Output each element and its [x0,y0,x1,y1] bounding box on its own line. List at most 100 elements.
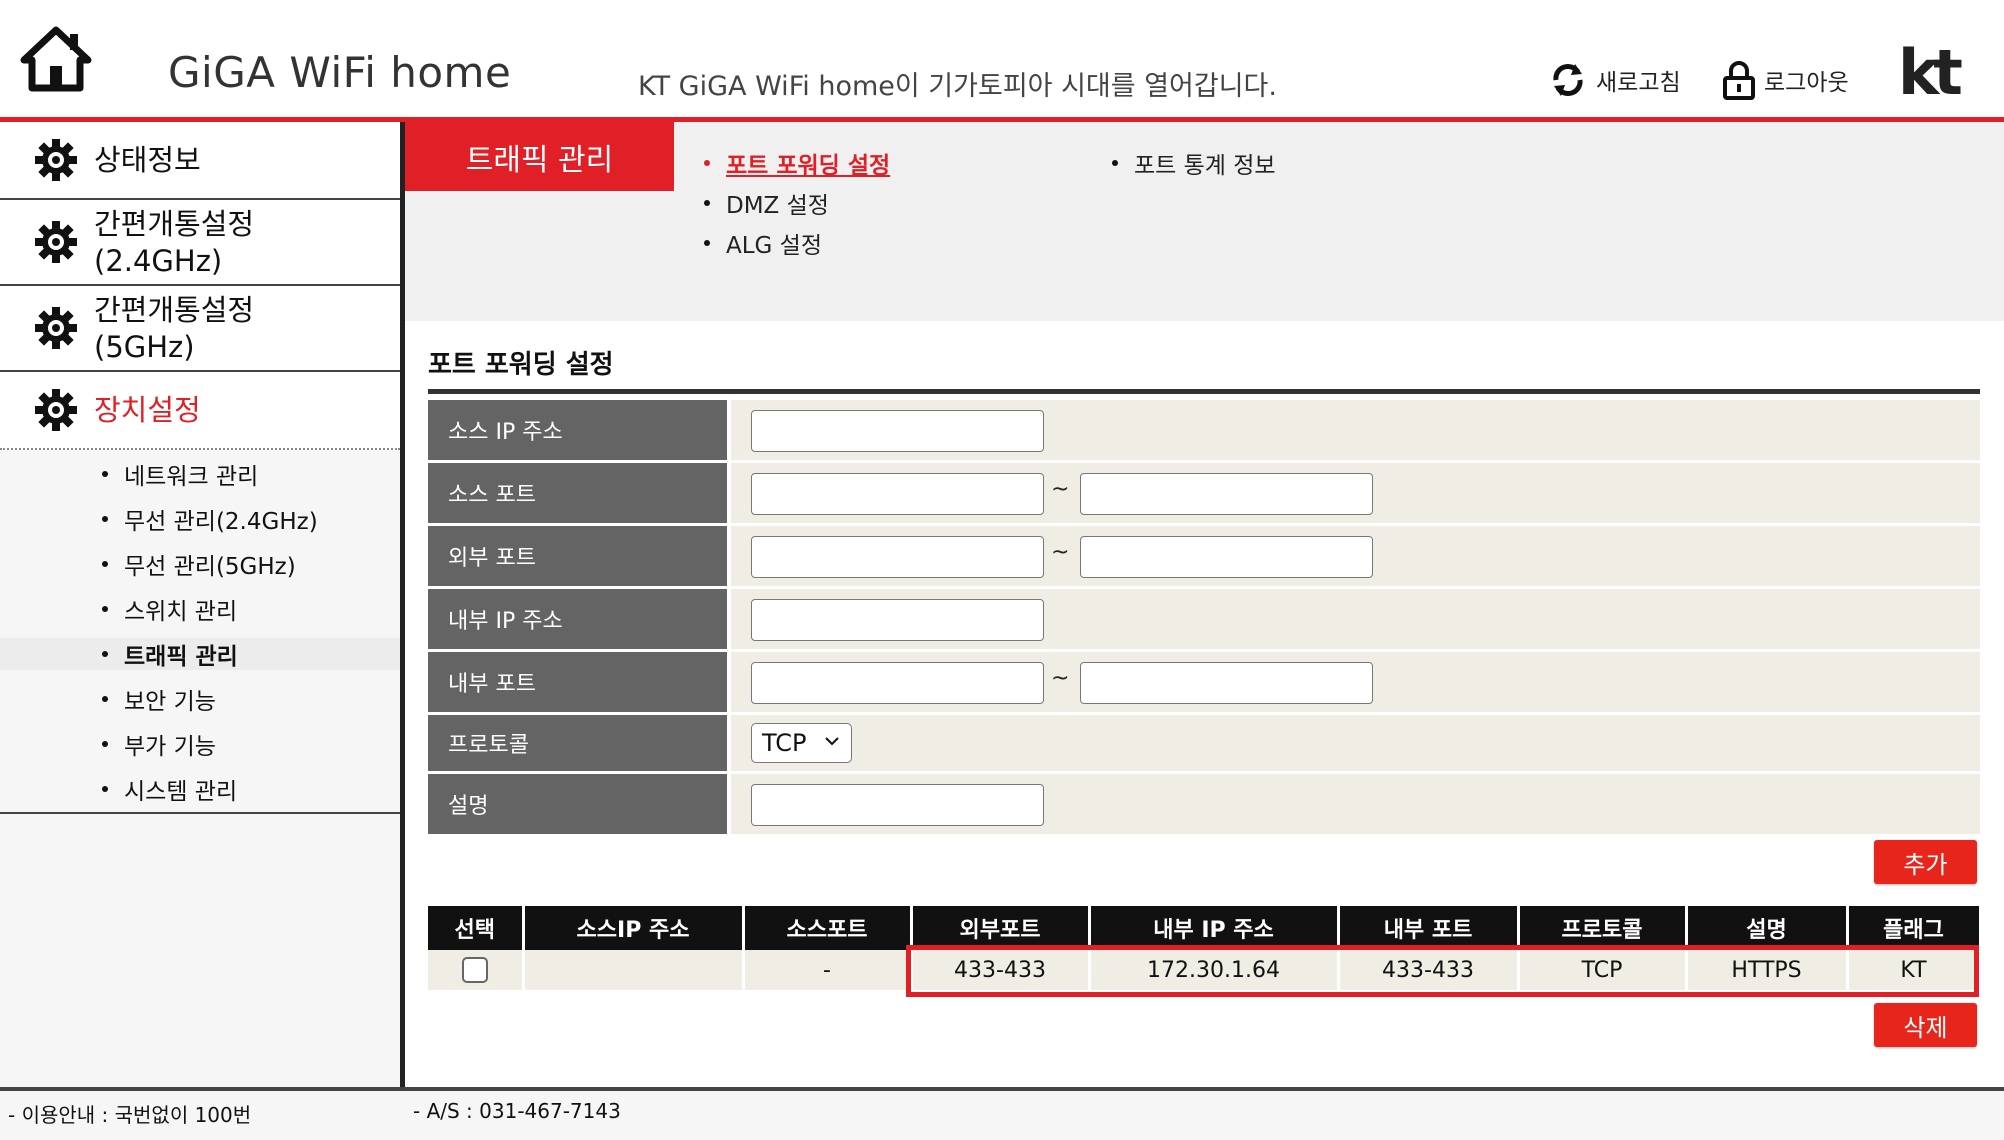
gear-icon [35,307,77,349]
sidebar-subitem-label: 네트워크 관리 [124,464,259,490]
bullet-icon [102,516,108,522]
field-label: 프로토콜 [428,715,727,771]
row-select-checkbox[interactable] [461,957,488,983]
title-divider [428,389,1980,394]
bullet-icon [102,651,108,657]
sidebar-item-label-sub: (2.4GHz) [94,244,223,278]
refresh-icon [1553,64,1583,96]
sidebar-item-label: 간편개통설정 [94,207,255,241]
protocol-select[interactable]: TCP [751,723,852,763]
bullet-icon [102,741,108,747]
sidebar-item-device-settings[interactable]: 장치설정 [0,372,400,450]
bullet-icon [704,240,710,246]
form-row-internal-port: 내부 포트 ~ [428,652,1980,712]
subnav-label: 포트 통계 정보 [1134,153,1276,179]
sidebar-item-status[interactable]: 상태정보 [0,122,400,200]
lock-icon [1723,61,1755,100]
sidebar-subitem-label: 무선 관리(2.4GHz) [124,509,318,535]
form-row-protocol: 프로토콜 TCP [428,715,1980,771]
sidebar-subitem-traffic[interactable]: 트래픽 관리 [0,638,400,670]
range-separator: ~ [1051,666,1070,691]
field-label: 소스 IP 주소 [428,400,727,460]
gear-icon [35,221,77,263]
bullet-icon [102,471,108,477]
source-ip-input[interactable] [751,410,1044,452]
bullet-icon [704,200,710,206]
sidebar-subitem-wireless-5ghz[interactable]: 무선 관리(5GHz) [0,548,400,580]
range-separator: ~ [1051,477,1070,502]
refresh-button[interactable]: 새로고침 [1548,60,1681,100]
column-header-source-ip: 소스IP 주소 [523,906,745,950]
bullet-icon [704,160,710,166]
field-body: ~ [731,526,1980,586]
field-label: 외부 포트 [428,526,727,586]
sidebar-item-label: 간편개통설정 [94,293,255,327]
column-header-external-port: 외부포트 [911,906,1091,950]
sidebar-subitem-label: 트래픽 관리 [124,644,238,670]
source-port-to-input[interactable] [1080,473,1373,515]
bullet-icon [1112,160,1118,166]
sidebar-subitem-security[interactable]: 보안 기능 [0,683,400,715]
sidebar-item-label: 상태정보 [94,142,201,177]
subnav-dmz[interactable]: DMZ 설정 [704,186,829,220]
footer-info: - 이용안내 : 국번없이 100번 [8,1103,252,1127]
field-label: 내부 IP 주소 [428,589,727,649]
tab-traffic-management[interactable]: 트래픽 관리 [405,122,674,191]
bullet-icon [102,696,108,702]
row-highlight-box [906,945,1979,997]
logout-button[interactable]: 로그아웃 [1722,60,1849,100]
subnav-port-statistics[interactable]: 포트 통계 정보 [1112,146,1276,180]
field-body: TCP [731,715,1980,771]
sidebar-submenu: 네트워크 관리 무선 관리(2.4GHz) 무선 관리(5GHz) 스위치 관리… [0,452,400,814]
sidebar-subitem-switch[interactable]: 스위치 관리 [0,593,400,625]
delete-button[interactable]: 삭제 [1874,1003,1977,1047]
field-label: 내부 포트 [428,652,727,712]
sidebar-subitem-network[interactable]: 네트워크 관리 [0,458,400,490]
column-header-protocol: 프로토콜 [1518,906,1688,950]
subnav-port-forwarding[interactable]: 포트 포워딩 설정 [704,146,890,180]
sidebar-subitem-label: 부가 기능 [124,734,216,760]
field-label: 소스 포트 [428,463,727,523]
internal-port-from-input[interactable] [751,662,1044,704]
sidebar-item-quick-setup-24ghz[interactable]: 간편개통설정 (2.4GHz) [0,200,400,286]
source-port-cell: - [743,950,913,990]
external-port-to-input[interactable] [1080,536,1373,578]
bullet-icon [102,606,108,612]
subnav-label: 포트 포워딩 설정 [726,153,891,179]
column-header-flag: 플래그 [1847,906,1982,950]
table-header-row: 선택 소스IP 주소 소스포트 외부포트 내부 IP 주소 내부 포트 프로토콜… [428,906,1982,950]
sidebar-subitem-label: 스위치 관리 [124,599,238,625]
form-row-external-port: 외부 포트 ~ [428,526,1980,586]
description-input[interactable] [751,784,1044,826]
field-body: ~ [731,652,1980,712]
column-header-source-port: 소스포트 [743,906,913,950]
footer [0,1091,2004,1140]
range-separator: ~ [1051,540,1070,565]
sidebar-subitem-label: 보안 기능 [124,689,216,715]
home-icon[interactable] [20,26,92,92]
form-row-source-ip: 소스 IP 주소 [428,400,1980,460]
source-port-from-input[interactable] [751,473,1044,515]
subnav-label: ALG 설정 [726,233,823,259]
sidebar-subitem-system[interactable]: 시스템 관리 [0,773,400,805]
form-row-description: 설명 [428,774,1980,834]
header-tagline: KT GiGA WiFi home이 기가토피아 시대를 열어갑니다. [638,71,1277,102]
protocol-select-value: TCP [762,729,807,757]
add-button[interactable]: 추가 [1874,840,1977,884]
sidebar-item-quick-setup-5ghz[interactable]: 간편개통설정 (5GHz) [0,286,400,372]
app-title: GiGA WiFi home [168,48,512,97]
column-header-internal-port: 내부 포트 [1338,906,1520,950]
external-port-from-input[interactable] [751,536,1044,578]
column-header-description: 설명 [1686,906,1849,950]
internal-port-to-input[interactable] [1080,662,1373,704]
source-ip-cell [523,950,745,990]
field-body [731,589,1980,649]
bullet-icon [102,786,108,792]
sidebar-subitem-wireless-24ghz[interactable]: 무선 관리(2.4GHz) [0,503,400,535]
internal-ip-input[interactable] [751,599,1044,641]
sidebar-subitem-extras[interactable]: 부가 기능 [0,728,400,760]
subnav-alg[interactable]: ALG 설정 [704,226,822,260]
field-body: ~ [731,463,1980,523]
header-bar: GiGA WiFi home KT GiGA WiFi home이 기가토피아 … [0,0,2004,117]
refresh-label: 새로고침 [1596,70,1681,96]
